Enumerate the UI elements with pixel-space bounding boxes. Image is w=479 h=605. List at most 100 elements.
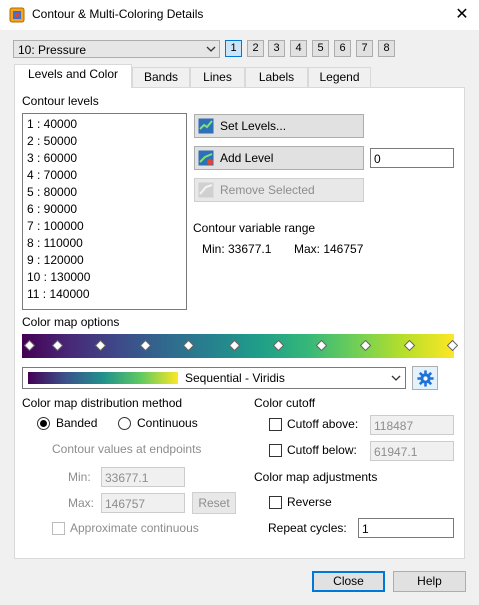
range-max: Max: 146757	[294, 242, 364, 256]
endpoint-min-label: Min:	[68, 470, 91, 484]
level-marker[interactable]	[24, 340, 35, 351]
repeat-cycles-field[interactable]: 1	[358, 518, 454, 538]
list-item[interactable]: 7 : 100000	[27, 219, 84, 233]
endpoint-min-field[interactable]: 33677.1	[101, 467, 185, 487]
contour-levels-list[interactable]: 1 : 40000 2 : 50000 3 : 60000 4 : 70000 …	[22, 113, 187, 310]
endpoints-heading: Contour values at endpoints	[52, 442, 202, 456]
approximate-continuous-label[interactable]: Approximate continuous	[70, 521, 199, 535]
tab-labels[interactable]: Labels	[245, 67, 308, 87]
level-marker[interactable]	[52, 340, 63, 351]
close-label: Close	[333, 574, 364, 588]
frame-button-6[interactable]: 6	[334, 40, 351, 57]
list-item[interactable]: 10 : 130000	[27, 270, 90, 284]
cutoff-above-label[interactable]: Cutoff above:	[287, 417, 358, 431]
contour-range-heading: Contour variable range	[193, 221, 316, 235]
level-marker[interactable]	[360, 340, 371, 351]
add-level-icon	[198, 150, 214, 166]
add-level-value-field[interactable]: 0	[370, 148, 454, 168]
remove-selected-label: Remove Selected	[220, 183, 315, 197]
list-item[interactable]: 6 : 90000	[27, 202, 77, 216]
reverse-checkbox[interactable]	[269, 496, 282, 509]
level-marker[interactable]	[183, 340, 194, 351]
list-item[interactable]: 9 : 120000	[27, 253, 84, 267]
list-item[interactable]: 2 : 50000	[27, 134, 77, 148]
continuous-radio[interactable]	[118, 417, 131, 430]
repeat-cycles-label: Repeat cycles:	[268, 521, 347, 535]
frame-button-7[interactable]: 7	[356, 40, 373, 57]
level-marker[interactable]	[95, 340, 106, 351]
frame-button-3[interactable]: 3	[268, 40, 285, 57]
zone-variable-dropdown[interactable]: 10: Pressure	[13, 40, 220, 58]
reverse-label[interactable]: Reverse	[287, 495, 332, 509]
color-map-options-heading: Color map options	[22, 315, 120, 329]
distribution-heading: Color map distribution method	[22, 396, 183, 410]
close-window-button[interactable]: ✕	[449, 2, 475, 28]
color-map-name: Sequential - Viridis	[185, 371, 285, 385]
help-label: Help	[417, 574, 442, 588]
tab-legend[interactable]: Legend	[308, 67, 371, 87]
cutoff-below-checkbox[interactable]	[269, 444, 282, 457]
approximate-continuous-checkbox[interactable]	[52, 522, 65, 535]
remove-selected-button[interactable]: Remove Selected	[194, 178, 364, 202]
frame-button-4[interactable]: 4	[290, 40, 307, 57]
cutoff-above-value: 118487	[374, 419, 414, 433]
list-item[interactable]: 5 : 80000	[27, 185, 77, 199]
reset-button[interactable]: Reset	[192, 492, 236, 514]
color-map-adjustments-heading: Color map adjustments	[254, 470, 378, 484]
contour-levels-heading: Contour levels	[22, 94, 99, 108]
gear-icon	[417, 370, 434, 387]
zone-variable-value: 10: Pressure	[18, 43, 87, 57]
cutoff-above-field[interactable]: 118487	[370, 415, 454, 435]
remove-selected-icon	[198, 182, 214, 198]
reset-label: Reset	[198, 496, 230, 510]
chevron-down-icon	[391, 375, 401, 381]
list-item[interactable]: 8 : 110000	[27, 236, 83, 250]
range-min: Min: 33677.1	[202, 242, 272, 256]
level-marker[interactable]	[229, 340, 240, 351]
list-item[interactable]: 1 : 40000	[27, 117, 77, 131]
banded-label[interactable]: Banded	[56, 416, 97, 430]
tab-bands[interactable]: Bands	[132, 67, 190, 87]
level-marker[interactable]	[140, 340, 151, 351]
continuous-label[interactable]: Continuous	[137, 416, 198, 430]
set-levels-button[interactable]: Set Levels...	[194, 114, 364, 138]
add-level-value: 0	[374, 152, 381, 166]
add-level-button[interactable]: Add Level	[194, 146, 364, 170]
tab-levels-and-color[interactable]: Levels and Color	[14, 64, 132, 88]
frame-button-1[interactable]: 1	[225, 40, 242, 57]
frame-button-2[interactable]: 2	[247, 40, 264, 57]
list-item[interactable]: 3 : 60000	[27, 151, 77, 165]
frame-button-5[interactable]: 5	[312, 40, 329, 57]
close-button[interactable]: Close	[312, 571, 385, 592]
add-level-label: Add Level	[220, 151, 274, 165]
app-icon	[9, 7, 25, 23]
level-marker[interactable]	[273, 340, 284, 351]
endpoint-max-label: Max:	[68, 496, 95, 510]
window-title: Contour & Multi-Coloring Details	[32, 7, 204, 21]
level-marker[interactable]	[316, 340, 327, 351]
cutoff-below-label[interactable]: Cutoff below:	[287, 443, 357, 457]
color-cutoff-heading: Color cutoff	[254, 396, 316, 410]
frame-button-8[interactable]: 8	[378, 40, 395, 57]
color-map-bar[interactable]	[22, 334, 458, 358]
tab-lines[interactable]: Lines	[190, 67, 245, 87]
repeat-cycles-value: 1	[362, 522, 369, 536]
color-map-dropdown[interactable]: Sequential - Viridis	[22, 367, 406, 389]
endpoint-max-field[interactable]: 146757	[101, 493, 185, 513]
set-levels-label: Set Levels...	[220, 119, 287, 133]
endpoint-max-value: 146757	[105, 497, 146, 511]
cutoff-below-value: 61947.1	[374, 445, 418, 459]
endpoint-min-value: 33677.1	[105, 471, 149, 485]
cutoff-below-field[interactable]: 61947.1	[370, 441, 454, 461]
chevron-down-icon	[206, 46, 216, 52]
banded-radio[interactable]	[37, 417, 50, 430]
cutoff-above-checkbox[interactable]	[269, 418, 282, 431]
help-button[interactable]: Help	[393, 571, 466, 592]
color-map-swatch	[28, 372, 178, 384]
level-marker[interactable]	[447, 340, 458, 351]
set-levels-icon	[198, 118, 214, 134]
level-marker[interactable]	[404, 340, 415, 351]
list-item[interactable]: 11 : 140000	[27, 287, 90, 301]
color-map-settings-button[interactable]	[412, 366, 438, 390]
list-item[interactable]: 4 : 70000	[27, 168, 77, 182]
